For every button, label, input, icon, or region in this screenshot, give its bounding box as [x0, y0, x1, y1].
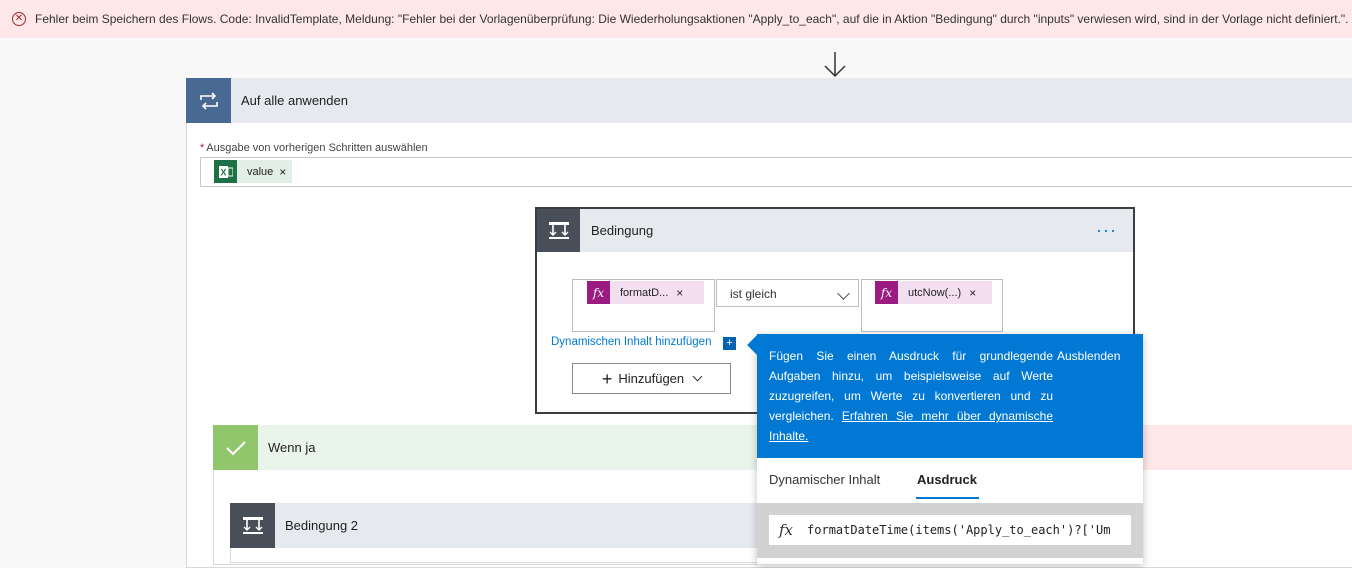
svg-text:X: X: [220, 167, 226, 177]
output-field-label: * Ausgabe von vorherigen Schritten auswäh…: [200, 142, 428, 154]
error-message: Fehler beim Speichern des Flows. Code: I…: [35, 12, 1349, 26]
expression-input[interactable]: fx formatDateTime(items('Apply_to_each')…: [769, 515, 1131, 545]
error-banner: ✕ Fehler beim Speichern des Flows. Code:…: [0, 0, 1352, 38]
fx-icon: fx: [779, 521, 794, 539]
add-dynamic-content-icon[interactable]: +: [723, 337, 736, 350]
add-row-button[interactable]: + Hinzufügen: [572, 363, 731, 394]
operator-dropdown[interactable]: ist gleich: [716, 279, 859, 307]
active-tab-indicator: [916, 497, 979, 499]
remove-value-token-icon[interactable]: ×: [279, 165, 292, 179]
plus-icon: +: [601, 368, 613, 389]
if-no-branch: [1140, 470, 1352, 560]
tab-dynamic-content[interactable]: Dynamischer Inhalt: [769, 472, 880, 487]
apply-to-each-title: Auf alle anwenden: [241, 93, 348, 108]
arrow-down-icon: [824, 52, 846, 78]
remove-right-token-icon[interactable]: ×: [969, 286, 982, 300]
required-mark: *: [200, 142, 205, 154]
left-expression-token[interactable]: fx formatD... ×: [587, 281, 704, 304]
apply-to-each-header[interactable]: [186, 78, 1352, 123]
hide-popup-button[interactable]: Ausblenden: [1057, 349, 1120, 363]
fx-icon: fx: [875, 281, 898, 304]
right-token-label: utcNow(...): [908, 286, 962, 299]
popup-info-text: Fügen Sie einen Ausdruck für grundlegend…: [769, 346, 1053, 446]
value-token-label: value: [247, 165, 274, 178]
condition-title: Bedingung: [591, 223, 654, 238]
expression-text: formatDateTime(items('Apply_to_each')?['…: [807, 523, 1111, 537]
error-circle-icon: ✕: [12, 12, 26, 26]
if-no-header[interactable]: [1140, 425, 1352, 470]
chevron-down-icon: [837, 287, 850, 300]
output-input[interactable]: [200, 157, 1352, 187]
condition-icon: [537, 209, 580, 252]
excel-icon: X: [214, 160, 237, 183]
right-expression-token[interactable]: fx utcNow(...) ×: [875, 281, 992, 304]
if-yes-title: Wenn ja: [268, 440, 316, 455]
chevron-down-icon: [692, 371, 703, 382]
add-button-label: Hinzufügen: [618, 371, 685, 386]
operator-value: ist gleich: [730, 287, 777, 301]
loop-icon: [186, 78, 231, 123]
value-token[interactable]: X value ×: [214, 160, 293, 183]
more-options-icon[interactable]: ···: [1096, 216, 1117, 244]
fx-icon: fx: [587, 281, 610, 304]
left-token-label: formatD...: [620, 286, 669, 299]
output-label-text: Ausgabe von vorherigen Schritten auswähl…: [206, 142, 428, 154]
remove-left-token-icon[interactable]: ×: [676, 286, 689, 300]
checkmark-icon: [213, 425, 258, 470]
condition-icon: [230, 503, 275, 548]
add-dynamic-content-link[interactable]: Dynamischen Inhalt hinzufügen: [551, 336, 711, 348]
condition-2-title: Bedingung 2: [285, 518, 359, 533]
tab-expression[interactable]: Ausdruck: [917, 472, 977, 487]
